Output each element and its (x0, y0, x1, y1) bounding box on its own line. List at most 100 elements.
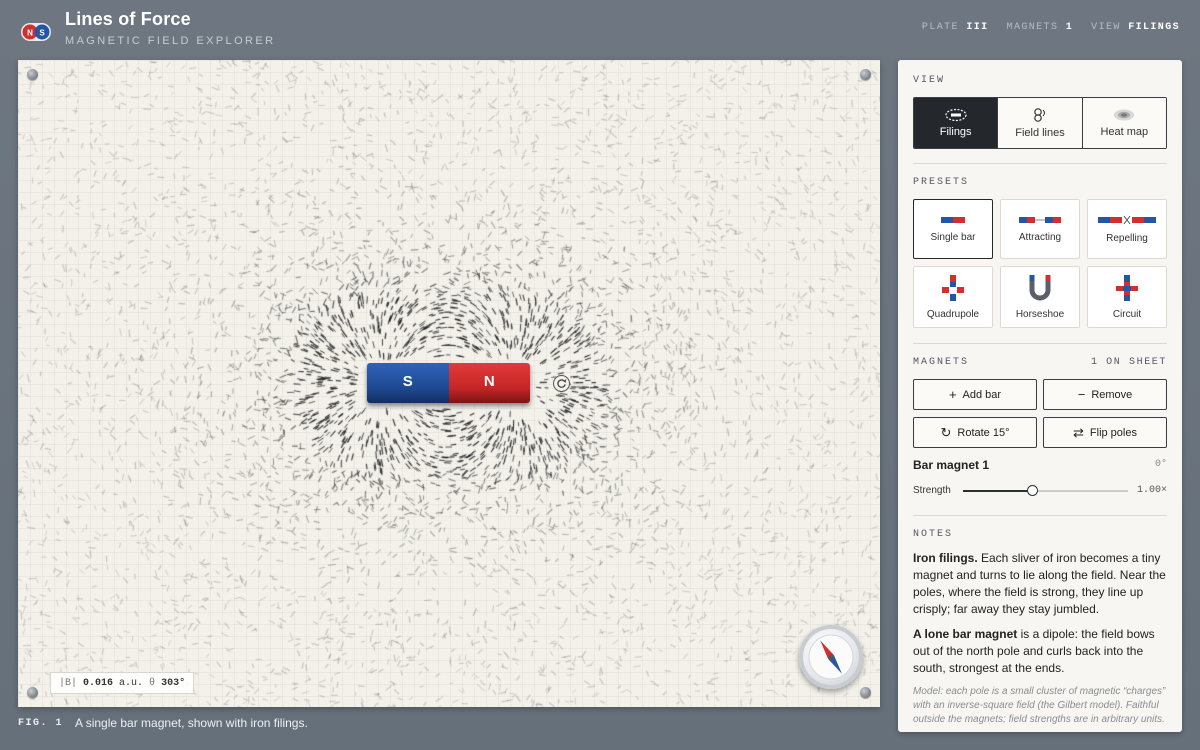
preset-quadrupole-label: Quadrupole (926, 308, 980, 320)
flip-poles-label: Flip poles (1089, 426, 1137, 439)
meta-view-value: FILINGS (1128, 22, 1180, 33)
note-bar-magnet: A lone bar magnet is a dipole: the field… (913, 626, 1169, 677)
rivet-icon (27, 687, 38, 698)
meta-plate: PLATE III (922, 22, 989, 33)
b-unit: a.u. (119, 677, 144, 689)
circuit-icon (1116, 274, 1138, 301)
rivet-icon (860, 69, 871, 80)
divider (913, 163, 1167, 164)
magnets-section-label: MAGNETS (913, 357, 970, 368)
header-meta: PLATE III MAGNETS 1 VIEW FILINGS (922, 22, 1180, 33)
meta-magnets-label: MAGNETS (1006, 22, 1059, 33)
b-magnitude-value: 0.016 (83, 677, 114, 689)
note-bar-magnet-bold: A lone bar magnet (913, 627, 1018, 641)
rivet-icon (27, 69, 38, 80)
b-magnitude-label: |B| (59, 677, 78, 689)
view-toggle[interactable]: Filings Field lines Heat map (913, 97, 1167, 149)
preset-horseshoe[interactable]: Horseshoe (1000, 266, 1080, 328)
presets-section-label: PRESETS (913, 177, 970, 188)
slider-fill (963, 490, 1033, 492)
strength-label: Strength (913, 485, 951, 496)
note-iron-filings-bold: Iron filings. (913, 551, 978, 565)
selected-magnet-name: Bar magnet 1 (913, 458, 990, 472)
figure-caption: FIG. 1 A single bar magnet, shown with i… (18, 716, 308, 730)
meta-magnets-value: 1 (1065, 22, 1074, 33)
field-readout: |B| 0.016 a.u. θ 303° (50, 672, 195, 694)
meta-view: VIEW FILINGS (1091, 22, 1180, 33)
rotate-label: Rotate 15° (957, 426, 1010, 439)
logo-letter-n: N (27, 29, 33, 38)
view-filings-label: Filings (939, 126, 972, 138)
remove-label: Remove (1091, 388, 1133, 401)
strength-value: 1.00× (1136, 485, 1167, 496)
preset-quadrupole[interactable]: Quadrupole (913, 266, 993, 328)
flip-poles-button[interactable]: ⇄ Flip poles (1043, 417, 1167, 448)
meta-view-label: VIEW (1091, 22, 1121, 33)
magnet-north-pole[interactable]: N (448, 363, 530, 403)
presets-grid: Single bar Attracting Repelling Quadrupo… (913, 199, 1167, 328)
bar-magnet[interactable]: S N (367, 363, 530, 403)
figure-number: FIG. 1 (18, 717, 64, 729)
divider (913, 515, 1167, 516)
south-pole-label: S (402, 372, 413, 390)
view-filings-button[interactable]: Filings (914, 98, 999, 148)
meta-magnets: MAGNETS 1 (1007, 22, 1074, 33)
field-sheet[interactable]: S N |B| 0.016 a.u. θ 303° (18, 60, 880, 707)
magnets-count: 1 ON SHEET (1090, 357, 1167, 368)
quadrupole-icon (942, 274, 964, 301)
app-header: N S Lines of Force MAGNETIC FIELD EXPLOR… (0, 0, 1200, 60)
filings-icon (945, 108, 967, 122)
logo-letter-s: S (39, 29, 45, 38)
compass-needle-icon (808, 634, 854, 680)
preset-circuit[interactable]: Circuit (1087, 266, 1167, 328)
preset-circuit-label: Circuit (1112, 308, 1142, 320)
meta-plate-value: III (966, 22, 989, 33)
single-bar-icon (941, 216, 965, 223)
rotate-icon: ↻ (940, 424, 952, 440)
attracting-icon (1019, 216, 1061, 223)
preset-single-bar[interactable]: Single bar (913, 199, 993, 259)
magnet-south-pole[interactable]: S (367, 363, 449, 403)
compass (799, 625, 863, 689)
view-heat-map-label: Heat map (1100, 126, 1149, 138)
notes: Iron filings. Each sliver of iron become… (913, 550, 1169, 727)
theta-value: 303° (161, 677, 186, 689)
magnet-logo-icon: N S (21, 23, 51, 41)
field-lines-icon (1034, 108, 1045, 122)
rotate-handle[interactable] (553, 375, 570, 392)
preset-single-bar-label: Single bar (930, 231, 976, 243)
preset-repelling-label: Repelling (1106, 232, 1148, 244)
heat-map-icon (1114, 109, 1135, 121)
horseshoe-icon (1029, 274, 1051, 300)
swap-icon: ⇄ (1073, 424, 1084, 440)
notes-section-label: NOTES (913, 529, 954, 540)
app-title: Lines of Force (65, 9, 191, 29)
minus-icon: − (1077, 387, 1086, 402)
meta-plate-label: PLATE (921, 22, 959, 33)
add-bar-button[interactable]: + Add bar (913, 379, 1037, 410)
add-bar-label: Add bar (962, 388, 1002, 401)
slider-thumb[interactable] (1027, 485, 1039, 496)
preset-repelling[interactable]: Repelling (1087, 199, 1167, 259)
preset-horseshoe-label: Horseshoe (1015, 308, 1065, 320)
view-field-lines-button[interactable]: Field lines (998, 98, 1083, 148)
plus-icon: + (948, 387, 957, 402)
view-section-label: VIEW (913, 75, 946, 86)
preset-attracting-label: Attracting (1018, 231, 1062, 243)
remove-button[interactable]: − Remove (1043, 379, 1167, 410)
north-pole-label: N (483, 372, 495, 390)
view-heat-map-button[interactable]: Heat map (1082, 98, 1166, 148)
control-panel: VIEW Filings Field lines Heat map PRESET… (898, 60, 1182, 732)
app-subtitle: MAGNETIC FIELD EXPLORER (65, 35, 276, 47)
view-field-lines-label: Field lines (1015, 127, 1065, 139)
rotate-button[interactable]: ↻ Rotate 15° (913, 417, 1037, 448)
figure-caption-text: A single bar magnet, shown with iron fil… (75, 716, 308, 730)
preset-attracting[interactable]: Attracting (1000, 199, 1080, 259)
rotate-handle-icon (557, 379, 567, 388)
strength-slider[interactable] (963, 485, 1128, 497)
selected-magnet-angle: 0° (1154, 459, 1167, 470)
repelling-icon (1098, 215, 1156, 224)
divider (913, 343, 1167, 344)
note-iron-filings: Iron filings. Each sliver of iron become… (913, 550, 1169, 618)
note-model: Model: each pole is a small cluster of m… (913, 686, 1166, 725)
